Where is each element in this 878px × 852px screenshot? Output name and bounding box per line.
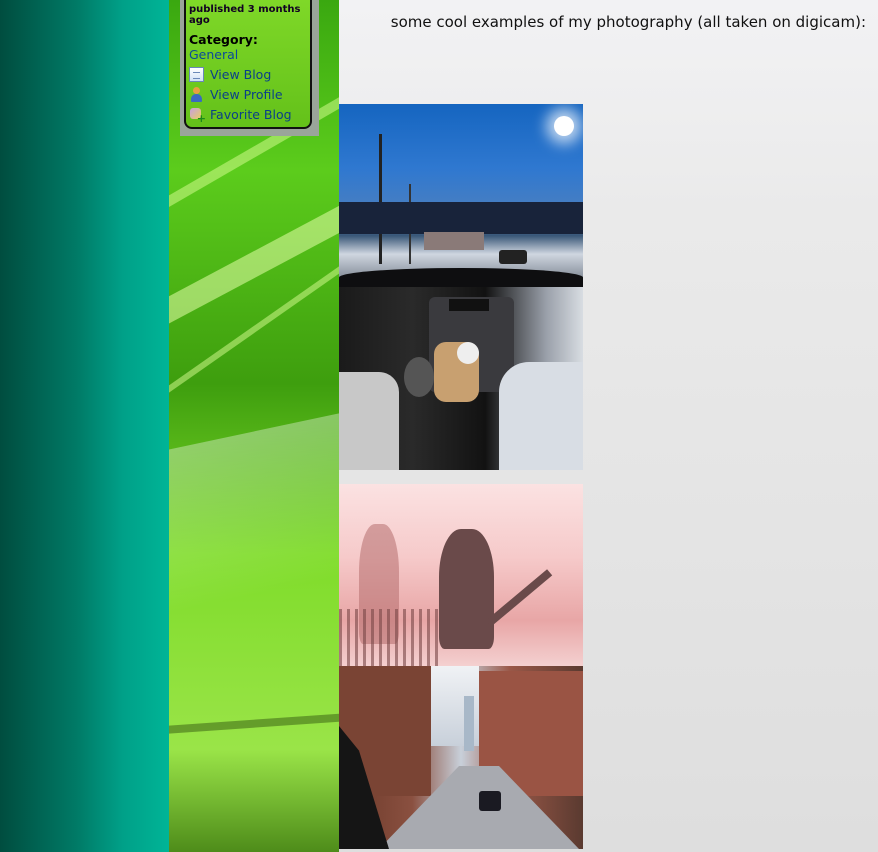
guitarist-silhouette bbox=[439, 529, 494, 649]
tree-line bbox=[339, 202, 583, 234]
fence bbox=[339, 609, 439, 666]
favorite-blog-label: Favorite Blog bbox=[210, 107, 292, 122]
car bbox=[479, 791, 501, 811]
photo-car-console[interactable] bbox=[339, 287, 583, 470]
published-time: published 3 months ago bbox=[189, 4, 301, 26]
category-label: Category: bbox=[189, 32, 258, 47]
dark-streak bbox=[169, 707, 339, 741]
category-row: Category: General bbox=[189, 32, 308, 62]
seat bbox=[339, 372, 399, 470]
blog-intro-text: some cool examples of my photography (al… bbox=[390, 13, 866, 31]
photo-street-dusk[interactable] bbox=[339, 104, 583, 287]
favorite-add-icon bbox=[189, 107, 206, 125]
favorite-blog-link[interactable]: Favorite Blog bbox=[189, 107, 308, 125]
seat-cover bbox=[499, 362, 583, 470]
house bbox=[424, 232, 484, 250]
photo-concert-silhouette[interactable] bbox=[339, 484, 583, 666]
blog-info-widget: published 3 months ago Category: General… bbox=[184, 0, 312, 129]
view-blog-label: View Blog bbox=[210, 67, 272, 82]
toy-head bbox=[457, 342, 479, 364]
gear-shift bbox=[404, 357, 434, 397]
moon-glow bbox=[554, 116, 574, 136]
light-streak bbox=[169, 227, 339, 439]
photo-city-street[interactable] bbox=[339, 666, 583, 849]
teal-background-panel bbox=[0, 0, 170, 852]
view-blog-link[interactable]: View Blog bbox=[189, 67, 308, 82]
view-profile-label: View Profile bbox=[210, 87, 283, 102]
page-icon bbox=[189, 67, 204, 82]
category-link[interactable]: General bbox=[189, 47, 238, 62]
user-icon bbox=[189, 87, 204, 102]
car bbox=[499, 250, 527, 264]
radio-display bbox=[449, 299, 489, 311]
utility-pole bbox=[379, 134, 382, 264]
view-profile-link[interactable]: View Profile bbox=[189, 87, 308, 102]
guitar-neck bbox=[485, 569, 553, 627]
dashboard-edge bbox=[339, 268, 583, 287]
tower bbox=[464, 696, 474, 751]
